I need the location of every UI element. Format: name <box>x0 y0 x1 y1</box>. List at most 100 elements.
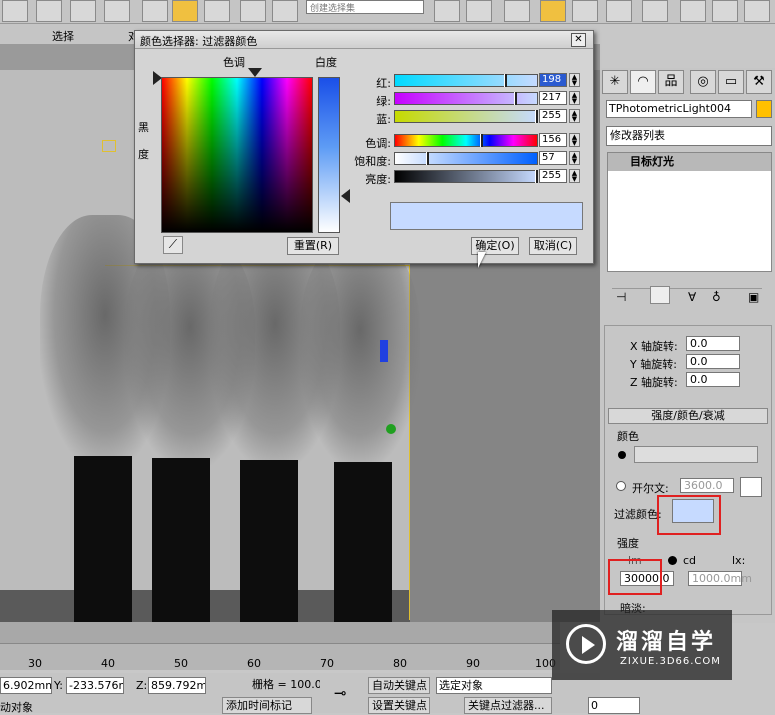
kelvin-radio[interactable] <box>616 481 626 491</box>
x-rotation-field[interactable]: 0.0 <box>686 336 740 351</box>
saturation-value[interactable]: 57 <box>539 151 567 165</box>
close-icon[interactable]: ✕ <box>571 33 586 47</box>
menu-select[interactable]: 选择 <box>52 28 74 44</box>
reset-button[interactable]: 重置(R) <box>287 237 339 255</box>
slider-thumb[interactable] <box>504 74 507 87</box>
planter-pillar[interactable] <box>240 460 298 622</box>
angle-snap-icon[interactable] <box>172 0 198 22</box>
slider-thumb[interactable] <box>514 92 517 105</box>
graphite-toolbar-icon[interactable] <box>540 0 566 22</box>
select-object-icon[interactable] <box>104 0 130 22</box>
whiteness-marker-icon[interactable] <box>341 189 350 203</box>
lx-unit[interactable]: lx: <box>732 554 745 567</box>
render-frame-icon[interactable] <box>712 0 738 22</box>
auto-key-button[interactable]: 自动关键点 <box>368 677 430 694</box>
blue-spinner[interactable]: ▲ ▼ <box>569 109 580 123</box>
key-filters-button[interactable]: 关键点过滤器... <box>464 697 552 714</box>
value-spinner[interactable]: ▲ ▼ <box>569 169 580 183</box>
planter-pillar[interactable] <box>74 456 132 622</box>
lx-distance-field[interactable]: 1000.0mm <box>688 571 752 586</box>
modifier-list-dropdown[interactable]: 修改器列表 <box>606 126 772 146</box>
show-end-result-icon[interactable] <box>650 286 670 304</box>
slider-thumb[interactable] <box>535 110 538 123</box>
pin-stack-icon[interactable]: ⊣ <box>616 290 626 304</box>
modify-tab-icon[interactable]: ◠ <box>630 70 656 94</box>
remove-modifier-icon[interactable]: ♁ <box>712 290 721 304</box>
object-color-swatch[interactable] <box>756 100 772 118</box>
saturation-spinner[interactable]: ▲ ▼ <box>569 151 580 165</box>
z-rotation-field[interactable]: 0.0 <box>686 372 740 387</box>
current-frame-field[interactable]: 0 <box>588 697 640 714</box>
modifier-stack-item[interactable]: 目标灯光 <box>608 153 771 171</box>
select-move-icon[interactable] <box>36 0 62 22</box>
cd-radio[interactable] <box>668 556 677 565</box>
material-editor-icon[interactable] <box>642 0 668 22</box>
slider-thumb[interactable] <box>535 170 538 183</box>
snap-icon[interactable] <box>70 0 96 22</box>
hierarchy-tab-icon[interactable]: 品 <box>658 70 684 94</box>
green-label: 绿: <box>376 95 391 108</box>
cd-unit[interactable]: cd <box>683 554 696 567</box>
make-unique-icon[interactable]: ∀ <box>688 290 696 304</box>
z-coordinate-field[interactable]: 859.792mm <box>148 677 206 694</box>
slider-thumb[interactable] <box>480 134 483 147</box>
saturation-slider[interactable] <box>394 152 538 165</box>
slider-thumb[interactable] <box>426 152 429 165</box>
hue-marker-icon[interactable] <box>248 68 262 77</box>
hue-spinner[interactable]: ▲ ▼ <box>569 133 580 147</box>
add-time-tag-button[interactable]: 添加时间标记 <box>222 697 312 714</box>
configure-sets-icon[interactable]: ▣ <box>748 290 759 304</box>
utilities-tab-icon[interactable]: ⚒ <box>746 70 772 94</box>
render-icon[interactable] <box>744 0 770 22</box>
hue-blackness-spectrum[interactable] <box>161 77 313 233</box>
light-gizmo[interactable] <box>102 140 116 152</box>
green-value[interactable]: 217 <box>539 91 567 105</box>
red-spinner[interactable]: ▲ ▼ <box>569 73 580 87</box>
hue-slider[interactable] <box>394 134 538 147</box>
value-slider[interactable] <box>394 170 538 183</box>
preset-radio[interactable] <box>618 451 626 459</box>
main-toolbar: 创建选择集 <box>0 0 775 24</box>
mirror-icon[interactable] <box>434 0 460 22</box>
schematic-view-icon[interactable] <box>606 0 632 22</box>
hue-value[interactable]: 156 <box>539 133 567 147</box>
render-setup-icon[interactable] <box>680 0 706 22</box>
kelvin-field[interactable]: 3600.0 <box>680 478 734 493</box>
blue-slider[interactable] <box>394 110 538 123</box>
spinner-snap-icon[interactable] <box>240 0 266 22</box>
kelvin-color-swatch[interactable] <box>740 477 762 497</box>
red-slider[interactable] <box>394 74 538 87</box>
curve-editor-icon[interactable] <box>572 0 598 22</box>
blue-value[interactable]: 255 <box>539 109 567 123</box>
red-value[interactable]: 198 <box>539 73 567 87</box>
display-tab-icon[interactable]: ▭ <box>718 70 744 94</box>
object-name-field[interactable]: TPhotometricLight004 <box>606 100 752 118</box>
green-slider[interactable] <box>394 92 538 105</box>
motion-tab-icon[interactable]: ◎ <box>690 70 716 94</box>
set-key-button[interactable]: 设置关键点 <box>368 697 430 714</box>
planter-pillar[interactable] <box>334 462 392 622</box>
layer-manager-icon[interactable] <box>504 0 530 22</box>
key-icon[interactable]: ⊸ <box>334 684 347 702</box>
light-preset-dropdown[interactable] <box>634 446 758 463</box>
select-filter-icon[interactable] <box>2 0 28 22</box>
x-coordinate-field[interactable]: 6.902mm <box>0 677 52 694</box>
gizmo-z-axis[interactable] <box>380 340 388 362</box>
cancel-button[interactable]: 取消(C) <box>529 237 577 255</box>
intensity-color-attenuation-rollout[interactable]: 强度/颜色/衰减 <box>608 408 768 424</box>
gizmo-origin[interactable] <box>386 424 396 434</box>
create-tab-icon[interactable]: ✳ <box>602 70 628 94</box>
y-coordinate-field[interactable]: -233.576m <box>66 677 124 694</box>
value-value[interactable]: 255 <box>539 169 567 183</box>
y-rotation-field[interactable]: 0.0 <box>686 354 740 369</box>
named-selection-set-dropdown[interactable]: 创建选择集 <box>306 0 424 14</box>
percent-snap-icon[interactable] <box>204 0 230 22</box>
edit-named-selection-icon[interactable] <box>272 0 298 22</box>
time-slider[interactable] <box>0 622 560 644</box>
selected-object-dropdown[interactable]: 选定对象 <box>436 677 552 694</box>
green-spinner[interactable]: ▲ ▼ <box>569 91 580 105</box>
align-icon[interactable] <box>466 0 492 22</box>
planter-pillar[interactable] <box>152 458 210 622</box>
magnet-snap-icon[interactable] <box>142 0 168 22</box>
eyedropper-icon[interactable]: ⟋ <box>163 236 183 254</box>
